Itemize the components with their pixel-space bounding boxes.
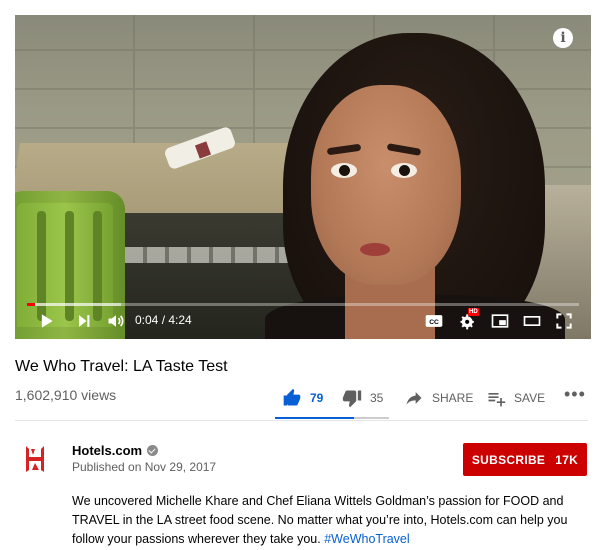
more-actions-button[interactable]: ••• (564, 383, 586, 405)
like-count: 79 (310, 391, 324, 405)
channel-logo[interactable] (20, 444, 50, 474)
svg-text:CC: CC (429, 319, 439, 326)
player-controls: 0:04 / 4:24 CC HD (15, 303, 591, 339)
thumbs-down-icon (342, 388, 362, 408)
duration: 4:24 (168, 313, 192, 327)
verified-check-icon (147, 445, 159, 456)
captions-icon[interactable]: CC (423, 311, 445, 331)
volume-icon[interactable] (105, 311, 127, 331)
video-frame (15, 15, 591, 339)
save-label: SAVE (514, 391, 546, 405)
play-icon[interactable] (35, 311, 57, 331)
next-icon[interactable] (73, 311, 95, 331)
playlist-add-icon (486, 388, 506, 408)
share-button[interactable]: SHARE (404, 387, 473, 409)
divider (15, 420, 588, 421)
miniplayer-icon[interactable] (489, 311, 511, 331)
sentiment-bar-fill (275, 417, 354, 419)
subscriber-count: 17K (555, 452, 579, 467)
current-time: 0:04 (135, 313, 159, 327)
channel-name-text: Hotels.com (72, 443, 143, 458)
channel-name[interactable]: Hotels.com (72, 443, 159, 458)
time-display: 0:04 / 4:24 (135, 313, 192, 327)
video-description: We uncovered Michelle Khare and Chef Eli… (72, 492, 572, 549)
video-title: We Who Travel: LA Taste Test (15, 358, 228, 375)
share-icon (404, 388, 424, 408)
fullscreen-icon[interactable] (553, 311, 575, 331)
dislike-count: 35 (370, 391, 384, 405)
theater-mode-icon[interactable] (521, 311, 543, 331)
video-player[interactable]: i 0:04 / 4:24 CC HD (15, 15, 591, 339)
hd-badge: HD (468, 308, 479, 316)
hashtag-link[interactable]: #WeWhoTravel (324, 532, 409, 546)
like-button[interactable]: 79 (282, 387, 323, 409)
subscribe-label: SUBSCRIBE (471, 452, 546, 467)
info-icon[interactable]: i (553, 28, 573, 48)
description-text: We uncovered Michelle Khare and Chef Eli… (72, 494, 568, 546)
view-count: 1,602,910 views (15, 387, 117, 403)
sentiment-bar (275, 417, 389, 419)
save-button[interactable]: SAVE (486, 387, 545, 409)
dislike-button[interactable]: 35 (342, 387, 383, 409)
subscribe-button[interactable]: SUBSCRIBE 17K (463, 443, 587, 476)
time-separator: / (158, 313, 169, 327)
publish-date: Published on Nov 29, 2017 (72, 460, 217, 474)
thumbs-up-icon (282, 388, 302, 408)
share-label: SHARE (432, 391, 474, 405)
settings-icon[interactable]: HD (457, 308, 479, 331)
